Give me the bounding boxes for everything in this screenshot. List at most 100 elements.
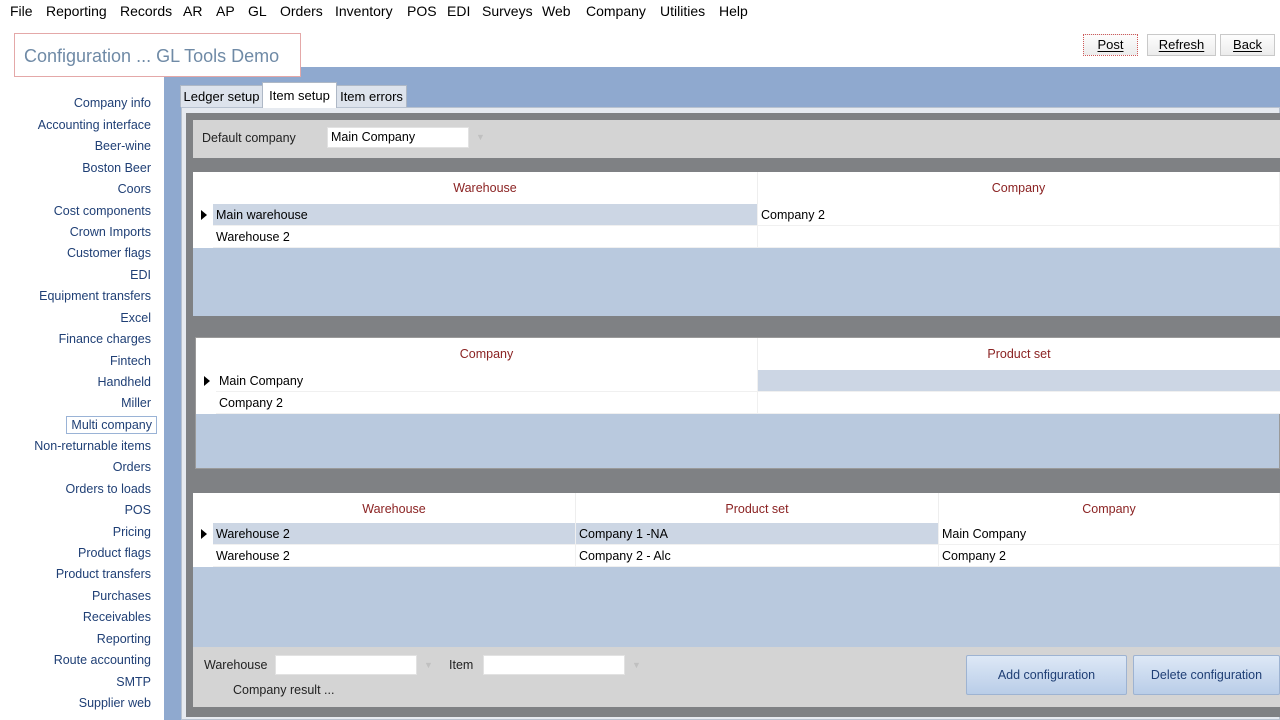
- grid-cell[interactable]: Company 2 - Alc: [576, 545, 939, 567]
- grid-cell[interactable]: Main Company: [216, 370, 758, 392]
- nav-boston-beer[interactable]: Boston Beer: [82, 161, 151, 175]
- nav-supplier-web[interactable]: Supplier web: [79, 696, 151, 710]
- menu-edi[interactable]: EDI: [447, 3, 470, 19]
- table-row[interactable]: Warehouse 2: [193, 226, 1280, 248]
- grid-cell[interactable]: Warehouse 2: [213, 226, 758, 248]
- nav-company-info[interactable]: Company info: [74, 96, 151, 110]
- table-row[interactable]: Company 2: [196, 392, 1280, 414]
- company-result-text: Company result ...: [233, 683, 335, 697]
- column-header-warehouse[interactable]: Warehouse: [213, 493, 576, 525]
- grid-cell[interactable]: [758, 226, 1280, 248]
- refresh-button[interactable]: Refresh: [1147, 34, 1216, 56]
- nav-reporting[interactable]: Reporting: [97, 632, 151, 646]
- column-header-company[interactable]: Company: [216, 338, 758, 370]
- warehouse-productset-company-grid: Warehouse Product set Company Warehouse …: [193, 493, 1280, 647]
- menu-inventory[interactable]: Inventory: [335, 3, 393, 19]
- grid-cell[interactable]: Warehouse 2: [213, 545, 576, 567]
- warehouse-company-grid: Warehouse Company Main warehouse Company…: [193, 172, 1280, 316]
- column-header-company[interactable]: Company: [758, 172, 1280, 204]
- warehouse-filter-label: Warehouse: [204, 658, 268, 672]
- row-indicator: [193, 545, 213, 567]
- add-configuration-button[interactable]: Add configuration: [966, 655, 1127, 695]
- nav-miller[interactable]: Miller: [121, 396, 151, 410]
- menu-file[interactable]: File: [10, 3, 33, 19]
- nav-edi[interactable]: EDI: [130, 268, 151, 282]
- table-row[interactable]: Warehouse 2 Company 1 -NA Main Company: [193, 523, 1280, 545]
- company-productset-grid: Company Product set Main Company Company…: [195, 337, 1280, 469]
- nav-route-accounting[interactable]: Route accounting: [54, 653, 151, 667]
- menu-surveys[interactable]: Surveys: [482, 3, 533, 19]
- nav-finance-charges[interactable]: Finance charges: [59, 332, 151, 346]
- grid-cell[interactable]: Company 1 -NA: [576, 523, 939, 545]
- row-indicator: [196, 392, 216, 414]
- item-filter-label: Item: [449, 658, 474, 672]
- column-header-warehouse[interactable]: Warehouse: [213, 172, 758, 204]
- item-filter-combo[interactable]: [483, 655, 625, 675]
- nav-accounting-interface[interactable]: Accounting interface: [38, 118, 151, 132]
- sidebar: Company info Accounting interface Beer-w…: [0, 78, 164, 720]
- nav-customer-flags[interactable]: Customer flags: [67, 246, 151, 260]
- chevron-down-icon[interactable]: ▼: [476, 132, 485, 142]
- nav-pricing[interactable]: Pricing: [113, 525, 151, 539]
- nav-multi-company[interactable]: Multi company: [66, 416, 157, 434]
- grid-cell[interactable]: Warehouse 2: [213, 523, 576, 545]
- nav-product-transfers[interactable]: Product transfers: [56, 567, 151, 581]
- tab-item-errors[interactable]: Item errors: [336, 85, 407, 107]
- default-company-value: Main Company: [331, 130, 416, 144]
- warehouse-filter-combo[interactable]: [275, 655, 417, 675]
- nav-fintech[interactable]: Fintech: [110, 354, 151, 368]
- nav-pos[interactable]: POS: [125, 503, 151, 517]
- tab-item-setup[interactable]: Item setup: [262, 82, 337, 108]
- menu-reporting[interactable]: Reporting: [46, 3, 107, 19]
- menu-pos[interactable]: POS: [407, 3, 437, 19]
- grid-cell[interactable]: Company 2: [216, 392, 758, 414]
- menu-web[interactable]: Web: [542, 3, 571, 19]
- row-indicator-icon: [193, 204, 213, 226]
- nav-purchases[interactable]: Purchases: [92, 589, 151, 603]
- menu-help[interactable]: Help: [719, 3, 748, 19]
- grid-cell[interactable]: Company 2: [758, 204, 1280, 226]
- column-header-product-set[interactable]: Product set: [758, 338, 1280, 370]
- grid-cell[interactable]: [758, 392, 1280, 414]
- nav-crown-imports[interactable]: Crown Imports: [70, 225, 151, 239]
- menu-ar[interactable]: AR: [183, 3, 202, 19]
- grid-cell[interactable]: [758, 370, 1280, 392]
- menu-records[interactable]: Records: [120, 3, 172, 19]
- chevron-down-icon[interactable]: ▼: [632, 660, 641, 670]
- nav-cost-components[interactable]: Cost components: [54, 204, 151, 218]
- default-company-combo[interactable]: Main Company: [327, 127, 469, 148]
- row-indicator-icon: [193, 523, 213, 545]
- nav-coors[interactable]: Coors: [118, 182, 151, 196]
- nav-non-returnable-items[interactable]: Non-returnable items: [34, 439, 151, 453]
- table-row[interactable]: Main warehouse Company 2: [193, 204, 1280, 226]
- menu-utilities[interactable]: Utilities: [660, 3, 705, 19]
- grid-cell[interactable]: Main warehouse: [213, 204, 758, 226]
- nav-orders[interactable]: Orders: [113, 460, 151, 474]
- table-row[interactable]: Main Company: [196, 370, 1280, 392]
- menu-ap[interactable]: AP: [216, 3, 235, 19]
- default-company-label: Default company: [202, 131, 296, 145]
- back-button[interactable]: Back: [1220, 34, 1275, 56]
- nav-receivables[interactable]: Receivables: [83, 610, 151, 624]
- post-button[interactable]: Post: [1083, 34, 1138, 56]
- nav-product-flags[interactable]: Product flags: [78, 546, 151, 560]
- column-header-product-set[interactable]: Product set: [576, 493, 939, 525]
- nav-smtp[interactable]: SMTP: [116, 675, 151, 689]
- menu-company[interactable]: Company: [586, 3, 646, 19]
- delete-configuration-button[interactable]: Delete configuration: [1133, 655, 1280, 695]
- nav-beer-wine[interactable]: Beer-wine: [95, 139, 151, 153]
- tab-ledger-setup[interactable]: Ledger setup: [180, 85, 263, 107]
- table-row[interactable]: Warehouse 2 Company 2 - Alc Company 2: [193, 545, 1280, 567]
- nav-handheld[interactable]: Handheld: [97, 375, 151, 389]
- menu-orders[interactable]: Orders: [280, 3, 323, 19]
- grid-cell[interactable]: Company 2: [939, 545, 1280, 567]
- chevron-down-icon[interactable]: ▼: [424, 660, 433, 670]
- nav-excel[interactable]: Excel: [120, 311, 151, 325]
- post-button-label: Post: [1097, 37, 1124, 52]
- column-header-company[interactable]: Company: [939, 493, 1280, 525]
- nav-orders-to-loads[interactable]: Orders to loads: [66, 482, 151, 496]
- back-button-label: Back: [1233, 37, 1262, 52]
- menu-gl[interactable]: GL: [248, 3, 267, 19]
- nav-equipment-transfers[interactable]: Equipment transfers: [39, 289, 151, 303]
- grid-cell[interactable]: Main Company: [939, 523, 1280, 545]
